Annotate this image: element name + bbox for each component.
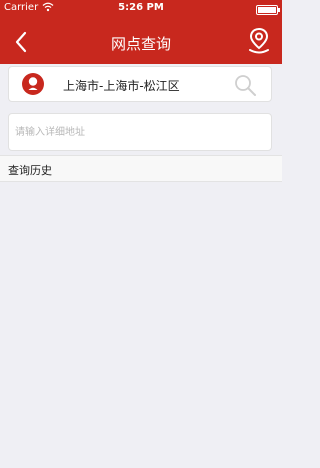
- address-field-container: [8, 113, 272, 151]
- battery-icon: [256, 5, 280, 15]
- location-button[interactable]: [246, 26, 272, 56]
- page-title: 网点查询: [110, 35, 171, 53]
- status-bar: Carrier 5:26 PM: [0, 0, 282, 20]
- history-section-header: 查询历史: [0, 155, 282, 182]
- search-icon: [235, 75, 256, 96]
- location-pin-icon: [249, 27, 269, 54]
- map-pin-icon: [21, 72, 45, 96]
- address-input[interactable]: [9, 114, 271, 150]
- search-button[interactable]: [233, 73, 257, 97]
- status-time: 5:26 PM: [118, 2, 164, 13]
- region-selector[interactable]: 上海市-上海市-松江区: [8, 66, 272, 102]
- navigation-bar: 网点查询: [0, 20, 282, 64]
- history-label: 查询历史: [8, 164, 52, 177]
- header-bar: Carrier 5:26 PM 网点查询: [0, 0, 282, 64]
- region-text: 上海市-上海市-松江区: [63, 79, 180, 93]
